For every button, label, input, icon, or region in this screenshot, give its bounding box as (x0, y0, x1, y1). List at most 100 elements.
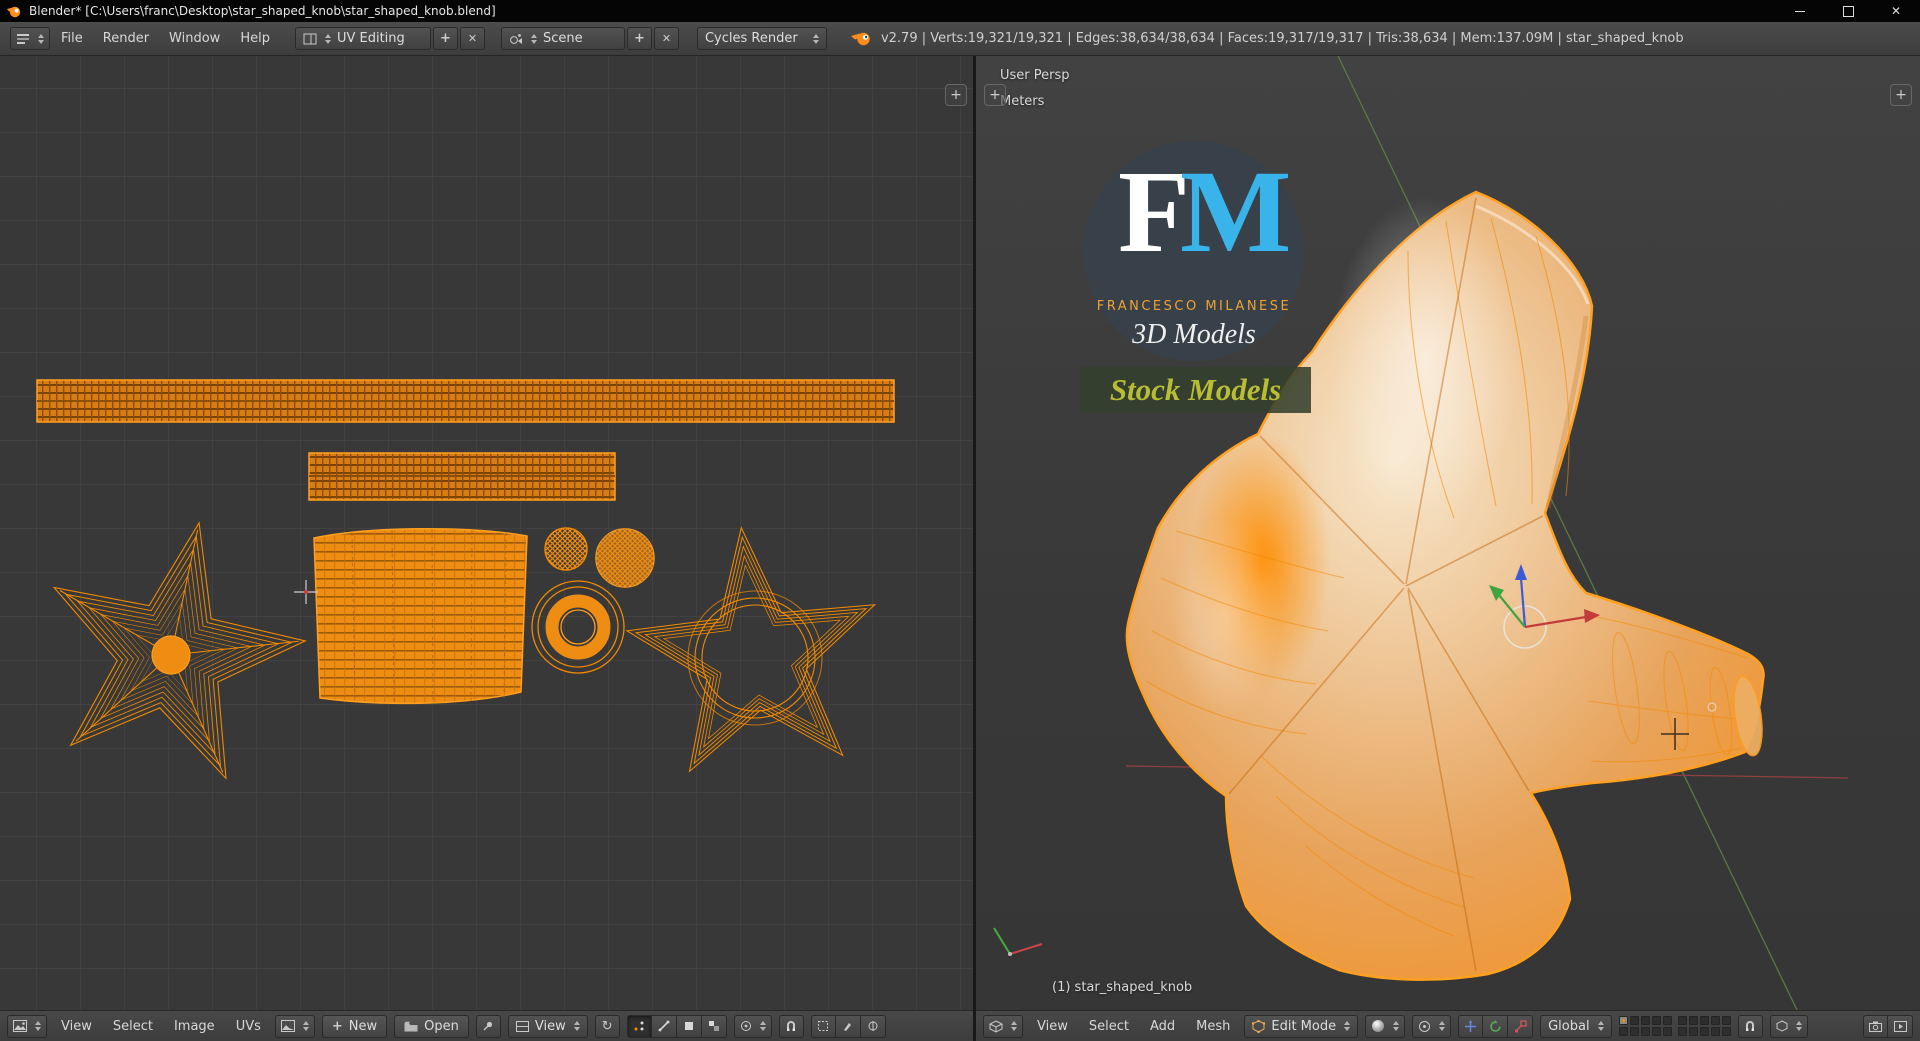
opengl-render-icon (1869, 1021, 1882, 1032)
uv-island-filled-circle[interactable] (596, 529, 654, 587)
dropdown-arrows-icon (325, 34, 331, 44)
uv-menu-image[interactable]: Image (167, 1019, 222, 1034)
uv-island-ring[interactable] (532, 581, 624, 673)
uv-island-long-strip[interactable] (37, 380, 894, 422)
uv-menu-uvs[interactable]: UVs (229, 1019, 268, 1034)
rotate-manipulator-button[interactable] (1483, 1015, 1508, 1038)
orientation-selector[interactable]: Global (1540, 1015, 1611, 1038)
uv-snap-button[interactable] (779, 1015, 804, 1038)
island-select-icon (708, 1020, 720, 1032)
uv-island-star-left[interactable] (23, 496, 325, 788)
vp-menu-mesh[interactable]: Mesh (1189, 1019, 1237, 1034)
maximize-button[interactable] (1824, 0, 1872, 22)
uv-island-small-circle[interactable] (545, 528, 587, 570)
mode-value: Edit Mode (1271, 1019, 1336, 1034)
view-name-label: User Persp (1000, 68, 1070, 83)
uv-island-block[interactable] (314, 529, 527, 704)
uv-menu-select[interactable]: Select (106, 1019, 160, 1034)
new-image-button[interactable]: + New (322, 1015, 387, 1038)
uv-pivot-button[interactable] (861, 1015, 886, 1038)
uv-draw-shadow-button[interactable] (811, 1015, 836, 1038)
layers-group-2 (1678, 1016, 1731, 1036)
viewport-canvas[interactable]: User Persp Meters (1) star_shaped_knob +… (976, 56, 1920, 1010)
dropdown-arrows-icon (531, 34, 537, 44)
view3d-editor-icon (989, 1020, 1003, 1033)
snap-magnet-icon (785, 1020, 797, 1032)
pin-button[interactable] (476, 1015, 501, 1038)
add-scene-button[interactable]: + (627, 27, 652, 50)
snap-element-selector[interactable] (1770, 1015, 1808, 1038)
uv-2d-cursor (294, 580, 318, 604)
uv-sync-select-button[interactable]: ↻ (595, 1015, 620, 1038)
minimize-button[interactable] (1776, 0, 1824, 22)
close-button[interactable]: ✕ (1872, 0, 1920, 22)
shading-sphere-icon (1371, 1019, 1385, 1033)
dropdown-arrows-icon (1598, 1021, 1604, 1031)
uv-draw-texpaint-button[interactable] (836, 1015, 861, 1038)
pivot-center-icon (1418, 1020, 1431, 1033)
screen-layout-icon (303, 33, 317, 45)
opengl-anim-button[interactable] (1888, 1015, 1913, 1038)
menu-window[interactable]: Window (160, 31, 229, 46)
vp-menu-add[interactable]: Add (1143, 1019, 1182, 1034)
region-toggle-plus-icon[interactable]: + (945, 84, 967, 106)
translate-manipulator-icon (1464, 1020, 1477, 1033)
add-layout-button[interactable]: + (433, 27, 458, 50)
dropdown-arrows-icon (813, 34, 819, 44)
remove-layout-button[interactable]: ✕ (460, 27, 485, 50)
menu-render[interactable]: Render (94, 31, 158, 46)
fm-logo-tagline: 3D Models (1084, 319, 1304, 351)
screen-layout-selector[interactable]: UV Editing (295, 27, 431, 50)
properties-toggle-plus-icon[interactable]: + (1890, 84, 1912, 106)
blender-app-icon (6, 4, 21, 19)
dropdown-arrows-icon (303, 1021, 309, 1031)
uv-sticky-mode-button[interactable] (734, 1015, 772, 1038)
snap-toggle-button[interactable] (1738, 1015, 1763, 1038)
image-browse-icon (281, 1020, 295, 1032)
uv-island-star-right[interactable] (617, 515, 889, 777)
dropdown-arrows-icon (760, 1021, 766, 1031)
vertex-select-icon (633, 1020, 645, 1032)
uv-canvas[interactable]: + (0, 56, 973, 1010)
maximize-icon (1843, 6, 1854, 17)
shading-selector[interactable] (1365, 1015, 1405, 1038)
viewport-editor-type-button[interactable] (983, 1015, 1023, 1038)
uv-island-select-button[interactable] (702, 1015, 727, 1038)
info-editor-type-button[interactable] (10, 27, 50, 50)
mode-selector[interactable]: Edit Mode (1244, 1015, 1358, 1038)
image-browse-button[interactable] (275, 1015, 315, 1038)
scene-value: Scene (543, 31, 617, 46)
editmode-cube-icon (1252, 1020, 1265, 1033)
uv-edge-select-button[interactable] (652, 1015, 677, 1038)
layers-widget[interactable] (1619, 1016, 1731, 1036)
uv-face-select-button[interactable] (677, 1015, 702, 1038)
menu-help[interactable]: Help (231, 31, 279, 46)
toolshelf-toggle-plus-icon[interactable]: + (984, 84, 1006, 106)
vp-menu-select[interactable]: Select (1082, 1019, 1136, 1034)
scene-icon (509, 33, 523, 45)
uv-vertex-select-button[interactable] (627, 1015, 652, 1038)
vp-menu-view[interactable]: View (1030, 1019, 1075, 1034)
uv-view-dropdown-value: View (535, 1019, 566, 1034)
pivot-selector[interactable] (1412, 1015, 1451, 1038)
menu-file[interactable]: File (52, 31, 92, 46)
open-image-button[interactable]: Open (394, 1015, 469, 1038)
close-icon: ✕ (1891, 5, 1901, 17)
uv-menu-view[interactable]: View (54, 1019, 99, 1034)
unit-label: Meters (1000, 94, 1044, 109)
pivot-icon (867, 1020, 879, 1032)
translate-manipulator-button[interactable] (1458, 1015, 1483, 1038)
render-engine-selector[interactable]: Cycles Render (697, 27, 827, 50)
uv-editor-type-button[interactable] (7, 1015, 47, 1038)
scale-manipulator-button[interactable] (1508, 1015, 1533, 1038)
dropdown-arrows-icon (574, 1021, 580, 1031)
plus-icon: + (332, 1019, 343, 1034)
uv-island-short-strip[interactable] (309, 453, 615, 500)
uv-view-dropdown[interactable]: View (508, 1015, 588, 1038)
fm-logo-m: M (1180, 147, 1291, 277)
opengl-render-button[interactable] (1863, 1015, 1888, 1038)
layers-group-1 (1619, 1016, 1672, 1036)
scene-selector[interactable]: Scene (501, 27, 625, 50)
remove-scene-button[interactable]: ✕ (654, 27, 679, 50)
dropdown-arrows-icon (1344, 1021, 1350, 1031)
